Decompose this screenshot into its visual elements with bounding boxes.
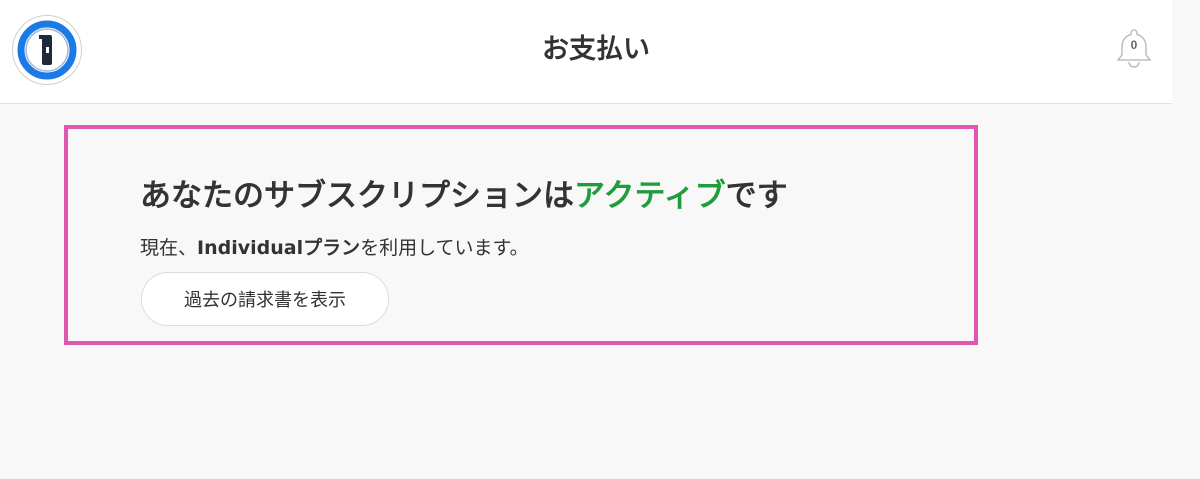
scroll-gutter: [1172, 0, 1200, 104]
notification-bell-icon[interactable]: 0: [1111, 25, 1157, 71]
plan-name: Individualプラン: [197, 237, 361, 259]
subscription-heading-suffix: です: [725, 178, 788, 214]
subscription-status-card: あなたのサブスクリプションはアクティブです 現在、Individualプランを利…: [64, 125, 978, 345]
subscription-heading-prefix: あなたのサブスクリプションは: [140, 178, 574, 214]
plan-desc-prefix: 現在、: [140, 237, 198, 259]
page-title: お支払い: [542, 34, 650, 65]
view-past-invoices-button[interactable]: 過去の請求書を表示: [141, 272, 389, 326]
subscription-status-text: アクティブ: [574, 178, 726, 214]
subscription-heading: あなたのサブスクリプションはアクティブです: [140, 174, 788, 218]
current-plan-description: 現在、Individualプランを利用しています。: [140, 233, 529, 263]
plan-desc-suffix: を利用しています。: [360, 237, 529, 259]
notification-count-badge: 0: [1130, 38, 1138, 52]
app-header: お支払い 0: [0, 0, 1172, 104]
